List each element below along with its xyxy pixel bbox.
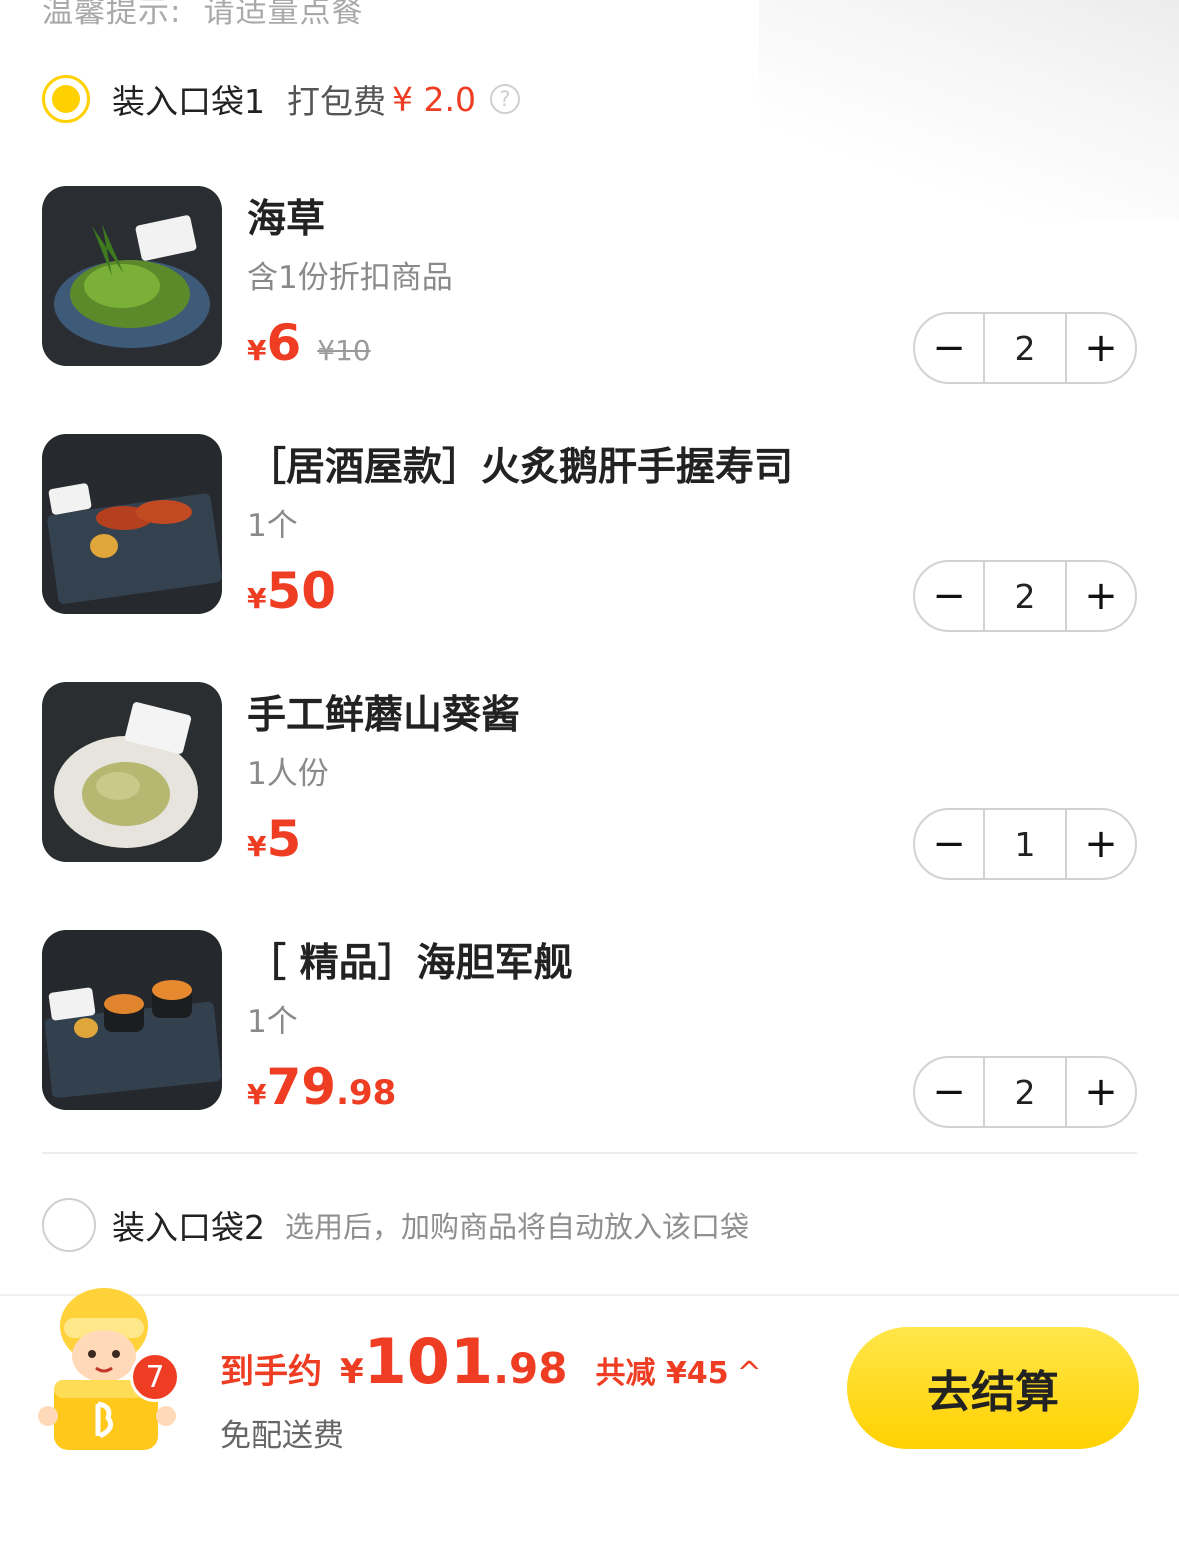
bag1-row[interactable]: 装入口袋1 打包费 ¥ 2.0 ? (42, 72, 520, 126)
quantity-stepper: − 1 + (913, 808, 1137, 880)
quantity-value: 2 (983, 562, 1067, 630)
item-name: ［ 精品］海胆军舰 (247, 941, 573, 986)
item-spec: 含1份折扣商品 (247, 260, 453, 296)
cart-item: ［居酒屋款］火炙鹅肝手握寿司 1个 ¥50 − 2 + (42, 434, 1137, 632)
total-label: 到手约 (220, 1352, 322, 1392)
item-price: ¥50 (247, 562, 337, 620)
packing-fee-amount: ¥ 2.0 (392, 79, 476, 119)
plus-icon[interactable]: + (1067, 562, 1135, 630)
tip-banner: 温馨提示: 请适量点餐 (42, 0, 363, 31)
minus-icon[interactable]: − (915, 314, 983, 382)
bag2-hint: 选用后，加购商品将自动放入该口袋 (285, 1210, 750, 1244)
cart-item: ［ 精品］海胆军舰 1个 ¥79.98 − 2 + (42, 930, 1137, 1128)
checkout-button[interactable]: 去结算 (847, 1327, 1139, 1449)
minus-icon[interactable]: − (915, 562, 983, 630)
cart-count-badge: 7 (130, 1352, 180, 1402)
item-image-seaweed[interactable] (42, 186, 222, 366)
quantity-value: 2 (983, 314, 1067, 382)
plus-icon[interactable]: + (1067, 810, 1135, 878)
radio-selected-icon[interactable] (42, 75, 90, 123)
cart-item: 海草 含1份折扣商品 ¥6 ¥10 − 2 + (42, 186, 1137, 384)
quantity-stepper: − 2 + (913, 1056, 1137, 1128)
minus-icon[interactable]: − (915, 810, 983, 878)
item-spec: 1个 (247, 508, 298, 544)
tip-text: 请适量点餐 (203, 0, 364, 30)
plus-icon[interactable]: + (1067, 314, 1135, 382)
packing-fee-label: 打包费 (287, 82, 386, 121)
item-image-wasabi[interactable] (42, 682, 222, 862)
quantity-value: 2 (983, 1058, 1067, 1126)
radio-empty-icon[interactable] (42, 1198, 96, 1252)
total-price: 到手约 ¥101.98 共减 ¥45 ^ (220, 1325, 762, 1398)
item-name: ［居酒屋款］火炙鹅肝手握寿司 (247, 445, 794, 490)
tip-label: 温馨提示: (42, 0, 182, 30)
help-icon[interactable]: ? (489, 84, 520, 114)
bag2-label: 装入口袋2 (112, 1208, 265, 1247)
item-price: ¥6 ¥10 (247, 314, 371, 372)
cart-item: 手工鲜蘑山葵酱 1人份 ¥5 − 1 + (42, 682, 1137, 880)
item-spec: 1人份 (247, 756, 329, 792)
bag2-row[interactable]: 装入口袋2 选用后，加购商品将自动放入该口袋 (42, 1198, 749, 1252)
quantity-stepper: − 2 + (913, 560, 1137, 632)
item-name: 海草 (247, 197, 326, 242)
bag1-label: 装入口袋1 (112, 82, 265, 121)
item-original-price: ¥10 (317, 334, 371, 367)
item-spec: 1个 (247, 1004, 298, 1040)
divider (42, 1152, 1137, 1154)
quantity-stepper: − 2 + (913, 312, 1137, 384)
item-name: 手工鲜蘑山葵酱 (247, 693, 521, 738)
item-image-sea-urchin[interactable] (42, 930, 222, 1110)
discount-summary[interactable]: 共减 ¥45 (596, 1348, 729, 1392)
plus-icon[interactable]: + (1067, 1058, 1135, 1126)
item-price: ¥5 (247, 810, 302, 868)
item-price: ¥79.98 (247, 1058, 397, 1116)
item-image-foie-gras-sushi[interactable] (42, 434, 222, 614)
chevron-up-icon[interactable]: ^ (737, 1356, 762, 1391)
minus-icon[interactable]: − (915, 1058, 983, 1126)
delivery-fee-text: 免配送费 (220, 1418, 344, 1454)
quantity-value: 1 (983, 810, 1067, 878)
